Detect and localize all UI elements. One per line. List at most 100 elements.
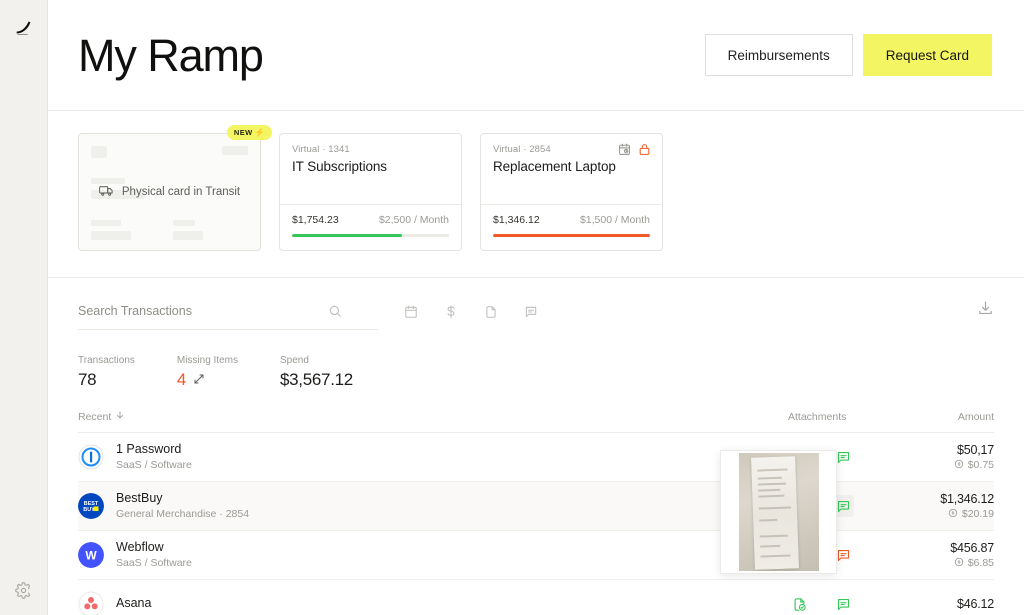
reimbursements-button[interactable]: Reimbursements: [704, 34, 853, 76]
card-replacement-laptop[interactable]: Virtual · 2854 Replacement Laptop $1,346…: [480, 133, 663, 251]
amount-value: $456.87: [950, 540, 994, 555]
in-transit-label: Physical card in Transit: [121, 186, 241, 198]
sort-recent-button[interactable]: Recent: [78, 410, 125, 423]
receipt-photo: [738, 453, 819, 571]
card-it-subscriptions[interactable]: Virtual · 1341 IT Subscriptions $1,754.2…: [279, 133, 462, 251]
col-amount: Amount: [957, 410, 994, 423]
merchant-info: 1 Password SaaS / Software: [116, 442, 192, 473]
search-bar[interactable]: [78, 303, 378, 330]
card-body: Virtual · 1341 IT Subscriptions: [280, 134, 461, 204]
header-actions: Reimbursements Request Card: [704, 34, 992, 76]
table-row[interactable]: W Webflow SaaS / Software $456.87 $6.85: [78, 531, 994, 580]
cashback-icon: [954, 557, 964, 570]
card-meter: [292, 234, 449, 237]
document-icon[interactable]: [484, 305, 498, 319]
calendar-clock-icon[interactable]: [618, 143, 631, 161]
lock-icon[interactable]: [638, 143, 651, 161]
amount-cell: $46.12: [908, 597, 994, 611]
card-footer: $1,346.12 $1,500 / Month: [481, 204, 662, 250]
card-name: IT Subscriptions: [292, 159, 387, 174]
merchant-category: General Merchandise · 2854: [116, 508, 250, 521]
search-input[interactable]: [78, 303, 328, 318]
card-meter-fill: [493, 234, 650, 237]
receipt-check-icon[interactable]: [788, 593, 810, 615]
dollar-icon[interactable]: [444, 305, 458, 319]
amount-cell: $456.87 $6.85: [908, 541, 994, 570]
merchant-cell: W Webflow SaaS / Software: [78, 540, 192, 571]
card-name: Replacement Laptop: [493, 159, 616, 174]
sort-label: Recent: [78, 410, 112, 423]
svg-text:W: W: [85, 548, 97, 562]
card-meter-fill: [292, 234, 402, 237]
card-in-transit[interactable]: NEW ⚡ Physical card in Transit: [78, 125, 272, 251]
amount-value: $50,17: [956, 442, 994, 457]
comment-icon[interactable]: [832, 593, 854, 615]
page-header: My Ramp Reimbursements Request Card: [48, 0, 1024, 111]
merchant-logo-icon: W: [78, 541, 104, 568]
cashback-icon: [948, 508, 958, 521]
table-row[interactable]: BEST BUY BestBuy General Merchandise · 2854…: [78, 482, 994, 531]
stat-label: Transactions: [78, 355, 135, 366]
merchant-info: Webflow SaaS / Software: [116, 540, 192, 571]
table-row[interactable]: 1 Password SaaS / Software $50,17 $0.75: [78, 433, 994, 482]
page-title: My Ramp: [78, 29, 264, 81]
card-limit: $1,500 / Month: [579, 214, 650, 226]
calendar-icon[interactable]: [404, 305, 418, 319]
new-badge: NEW ⚡: [226, 125, 272, 140]
merchant-cell: Asana: [78, 591, 151, 615]
bolt-icon: ⚡: [254, 128, 265, 137]
stat-value: $3,567.12: [280, 370, 353, 389]
stat-value-wrap: 4: [177, 370, 238, 390]
card-spent: $1,754.23: [292, 214, 339, 226]
app-root: My Ramp Reimbursements Request Card NEW …: [0, 0, 1024, 615]
amount-cell: $50,17 $0.75: [908, 443, 994, 472]
filter-icons: [404, 305, 538, 330]
transactions-list: 1 Password SaaS / Software $50,17 $0.75 BEST…: [78, 433, 994, 615]
merchant-logo-icon: BEST BUY: [78, 492, 104, 519]
amount-value: $1,346.12: [940, 491, 994, 506]
merchant-category: SaaS / Software: [116, 459, 192, 472]
cards-row: NEW ⚡ Physical card in Transit Virtual ·…: [78, 125, 994, 251]
gear-icon[interactable]: [13, 579, 35, 601]
merchant-info: BestBuy General Merchandise · 2854: [116, 491, 249, 522]
stat-value: 78: [78, 370, 97, 389]
stat-label: Spend: [280, 355, 309, 366]
search-icon[interactable]: [328, 304, 342, 318]
card-limit: $2,500 / Month: [378, 214, 449, 226]
cashback-value: $0.75: [908, 459, 994, 472]
merchant-logo-icon: [78, 591, 104, 615]
stat-spend: Spend $3,567.12: [280, 355, 353, 390]
merchant-name: 1 Password: [116, 441, 182, 456]
request-card-button[interactable]: Request Card: [862, 34, 992, 76]
merchant-info: Asana: [116, 596, 151, 612]
svg-text:BUY: BUY: [83, 507, 95, 513]
col-attachments: Attachments: [788, 410, 847, 423]
merchant-name: BestBuy: [116, 490, 163, 505]
stat-transactions: Transactions 78: [78, 355, 135, 390]
comment-icon[interactable]: [524, 305, 538, 319]
merchant-category: SaaS / Software: [116, 557, 192, 570]
attachments-cell: [788, 593, 908, 615]
transactions-section: Transactions 78 Missing Items 4: [48, 278, 1024, 615]
sidebar: [0, 0, 48, 615]
stat-missing-items[interactable]: Missing Items 4: [177, 355, 238, 390]
ramp-logo-icon[interactable]: [11, 14, 37, 40]
cashback-value: $6.85: [908, 557, 994, 570]
merchant-cell: BEST BUY BestBuy General Merchandise · 2854: [78, 491, 249, 522]
cashback-icon: [954, 459, 964, 472]
receipt-preview-popup[interactable]: [720, 450, 837, 574]
amount-cell: $1,346.12 $20.19: [908, 492, 994, 521]
arrow-down-icon: [115, 410, 125, 423]
merchant-cell: 1 Password SaaS / Software: [78, 442, 192, 473]
card-meta: Virtual · 1341: [292, 144, 350, 155]
search-row: [78, 278, 994, 333]
amount-value: $46.12: [956, 597, 994, 611]
merchant-logo-icon: [78, 444, 104, 470]
card-footer: $1,754.23 $2,500 / Month: [280, 204, 461, 250]
main-content: My Ramp Reimbursements Request Card NEW …: [48, 0, 1024, 615]
table-row[interactable]: Asana $46.12: [78, 580, 994, 615]
expand-icon[interactable]: [193, 370, 205, 390]
download-icon[interactable]: [977, 300, 994, 322]
cashback-value: $20.19: [908, 508, 994, 521]
truck-icon: [99, 183, 114, 201]
